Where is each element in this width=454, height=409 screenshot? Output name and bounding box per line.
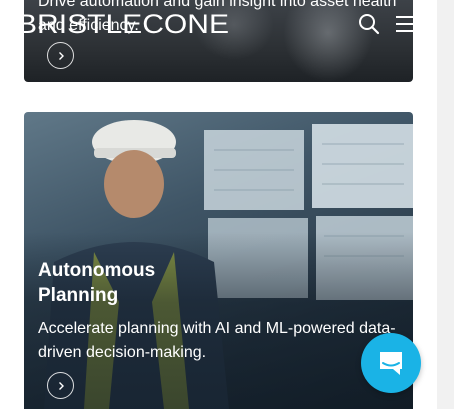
search-icon[interactable] [358,13,380,35]
chevron-right-icon [58,381,64,390]
card-arrow-button[interactable] [47,42,74,69]
chevron-right-icon [58,51,64,60]
scrollbar-thumb[interactable] [441,0,450,409]
card-title: Autonomous Planning [38,260,156,306]
card-arrow-button[interactable] [47,372,74,399]
solution-card-autonomous-planning[interactable]: Autonomous Planning Accelerate planning … [24,112,413,409]
bristlecone-logo[interactable]: BRISTLECONE [17,8,231,39]
hamburger-menu-icon[interactable] [396,15,420,33]
chat-widget-button[interactable] [361,333,421,393]
card-description: Accelerate planning with AI and ML-power… [38,320,396,361]
logo-text: BRISTLECONE [17,9,229,38]
page: Drive automation and gain insight into a… [0,0,437,409]
chat-bubble-icon [380,352,402,375]
